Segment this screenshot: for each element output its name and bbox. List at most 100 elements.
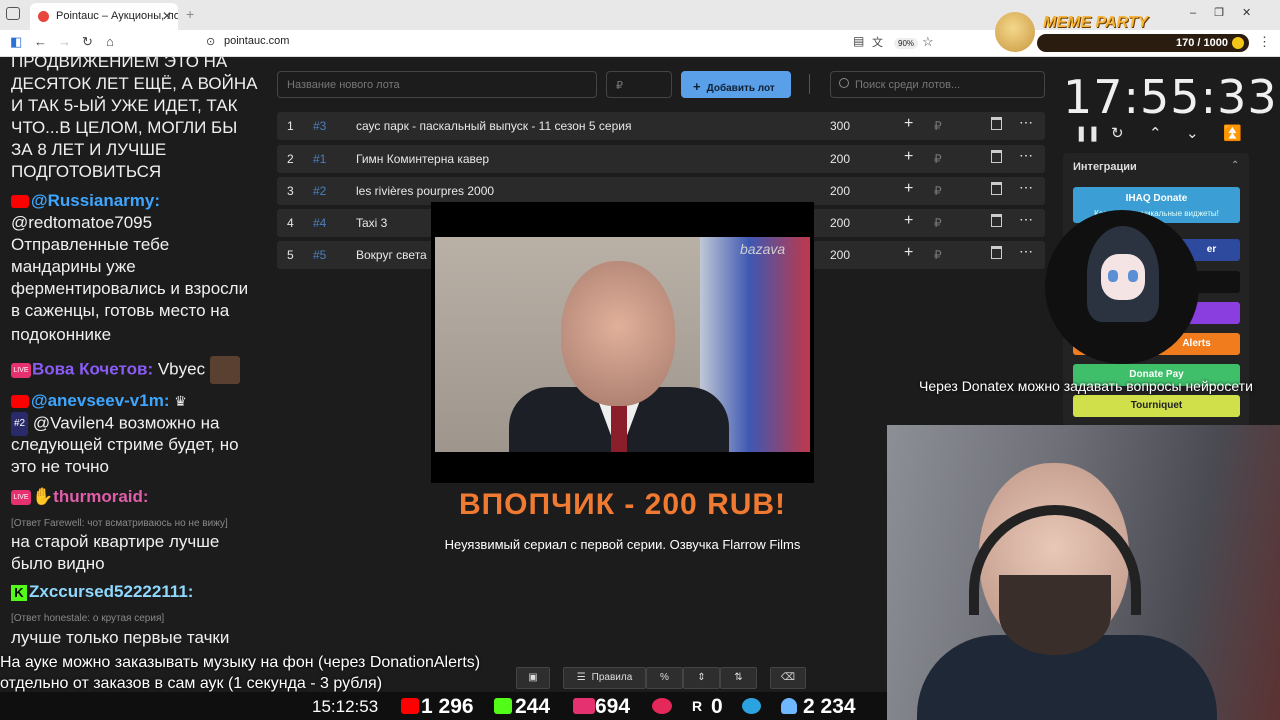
lot-id: #3: [313, 119, 327, 133]
chat-message-header: @Russianarmy:: [11, 190, 160, 212]
chat-line: в саженцы, готовь место на: [11, 301, 230, 320]
webcam-feed: [887, 425, 1280, 720]
delete-icon[interactable]: [991, 214, 1002, 227]
lot-row[interactable]: 1 #3 саус парк - паскальный выпуск - 11 …: [277, 112, 1045, 140]
chat-line: ПРОДВИЖЕНИЕМ ЭТО НА: [11, 57, 228, 71]
translate-icon[interactable]: 文: [872, 34, 883, 50]
zoom-level[interactable]: 90%: [894, 38, 919, 49]
delete-icon[interactable]: [991, 117, 1002, 130]
chat-nick: Zxccursed52222111:: [29, 582, 194, 601]
lot-position: 5: [287, 248, 294, 262]
video-watermark: bazava: [740, 241, 786, 257]
delete-icon[interactable]: [991, 182, 1002, 195]
lot-id: #1: [313, 152, 327, 166]
lot-amount[interactable]: 200: [830, 248, 850, 262]
auction-toolbar: ▣ ☰ Правила % ⇕ ⇅ ⌫: [516, 667, 806, 689]
currency-icon: ₽: [934, 216, 942, 230]
lot-row[interactable]: 3 #2 les rivières pourpres 2000 200 + ₽ …: [277, 177, 1045, 205]
tab-list-icon[interactable]: [6, 7, 20, 20]
browser-tab[interactable]: Pointauc – Аукционы, лотереи ✕: [30, 3, 178, 30]
double-chevron-up-icon[interactable]: ⏫: [1223, 124, 1242, 142]
more-icon[interactable]: ⋯: [1019, 211, 1033, 228]
sort-icon[interactable]: ⇅: [720, 667, 757, 689]
lot-position: 1: [287, 119, 294, 133]
lot-id: #2: [313, 184, 327, 198]
lot-amount[interactable]: 300: [830, 119, 850, 133]
lot-amount[interactable]: 200: [830, 152, 850, 166]
youtube-icon: [401, 698, 419, 714]
split-icon[interactable]: ⇕: [683, 667, 720, 689]
more-icon[interactable]: ⋯: [1019, 179, 1033, 196]
reader-mode-icon[interactable]: ▤: [853, 34, 864, 48]
rutube-viewers: 0: [711, 695, 723, 718]
chat-line: лучше только первые тачки: [11, 628, 230, 647]
save-icon[interactable]: ▣: [516, 667, 550, 689]
reload-icon[interactable]: ↻: [82, 34, 93, 50]
pause-icon[interactable]: ❚❚: [1075, 124, 1100, 142]
lot-name[interactable]: les rivières pourpres 2000: [356, 184, 494, 198]
new-tab-icon[interactable]: +: [186, 6, 194, 22]
video-player: bazava: [431, 202, 814, 483]
lot-name[interactable]: Taxi 3: [356, 216, 387, 230]
vk-live-icon: [573, 698, 595, 714]
tourniquet-button[interactable]: Tourniquet: [1073, 395, 1240, 417]
lot-amount[interactable]: 200: [830, 184, 850, 198]
lot-name[interactable]: Гимн Коминтерна кавер: [356, 152, 489, 166]
chat-line: ПОДГОТОВИТЬСЯ: [11, 162, 162, 181]
hands-emote-icon: ✋: [32, 487, 54, 506]
add-amount-icon[interactable]: +: [904, 244, 913, 262]
add-lot-button[interactable]: + Добавить лот: [681, 71, 791, 98]
new-lot-name-input[interactable]: Название нового лота: [277, 71, 597, 98]
chat-line: ферментировались и взросли: [11, 279, 249, 298]
chevron-down-icon[interactable]: ⌄: [1186, 124, 1199, 142]
chat-line: #2 @Vavilen4 возможно на: [11, 412, 219, 436]
site-info-icon[interactable]: ⊙: [206, 35, 215, 48]
home-icon[interactable]: ⌂: [106, 34, 114, 49]
add-amount-icon[interactable]: +: [904, 180, 913, 198]
lot-name[interactable]: Вокруг света: [356, 248, 427, 262]
forward-icon[interactable]: →: [58, 34, 71, 49]
lot-id: #4: [313, 216, 327, 230]
add-amount-icon[interactable]: +: [904, 148, 913, 166]
chat-message: LIVE Вова Кочетов: Vbyec: [11, 356, 240, 384]
add-amount-icon[interactable]: +: [904, 115, 913, 133]
reset-icon[interactable]: ↻: [1111, 124, 1124, 142]
crown-icon: ♛: [174, 393, 187, 409]
more-icon[interactable]: ⋯: [1019, 243, 1033, 260]
lot-name[interactable]: саус парк - паскальный выпуск - 11 сезон…: [356, 119, 631, 133]
new-lot-price-input[interactable]: ₽: [606, 71, 672, 98]
youtube-icon: [11, 395, 29, 409]
auction-timer: 17:55:33: [1063, 70, 1278, 124]
chat-line: подоконнике: [11, 325, 112, 344]
lot-amount[interactable]: 200: [830, 216, 850, 230]
lot-row[interactable]: 2 #1 Гимн Коминтерна кавер 200 + ₽ ⋯: [277, 145, 1045, 173]
lot-search-input[interactable]: Поиск среди лотов...: [830, 71, 1045, 98]
clear-icon[interactable]: ⌫: [770, 667, 806, 689]
vk-viewers: 694: [595, 695, 631, 718]
chevron-up-icon[interactable]: ⌃: [1149, 124, 1162, 142]
percent-button[interactable]: %: [646, 667, 683, 689]
lot-position: 3: [287, 184, 294, 198]
chat-line: мандарины уже: [11, 257, 136, 276]
delete-icon[interactable]: [991, 150, 1002, 163]
rules-button[interactable]: ☰ Правила: [563, 667, 646, 689]
back-icon[interactable]: ←: [34, 34, 47, 49]
url-field[interactable]: pointauc.com: [224, 35, 289, 47]
collapse-icon[interactable]: ⌃: [1231, 160, 1239, 171]
more-icon[interactable]: ⋯: [1019, 147, 1033, 164]
avatar-eye: [1108, 270, 1118, 282]
add-amount-icon[interactable]: +: [904, 212, 913, 230]
more-icon[interactable]: ⋯: [1019, 114, 1033, 131]
integrations-title: Интеграции: [1073, 161, 1137, 173]
youtube-icon: [11, 195, 29, 209]
close-tab-icon[interactable]: ✕: [162, 9, 172, 23]
ihaq-label: IHAQ Donate: [1125, 193, 1188, 204]
delete-icon[interactable]: [991, 246, 1002, 259]
bookmark-star-icon[interactable]: ☆: [922, 34, 934, 50]
doge-icon: [995, 12, 1035, 52]
menu-icon[interactable]: ⋮: [1258, 34, 1271, 50]
sidebar-toggle-icon[interactable]: ◧: [10, 34, 22, 50]
tab-title: Pointauc – Аукционы, лотереи: [56, 10, 178, 22]
telegram-icon: [742, 698, 761, 714]
chat-message-header: K Zxccursed52222111:: [11, 581, 193, 603]
